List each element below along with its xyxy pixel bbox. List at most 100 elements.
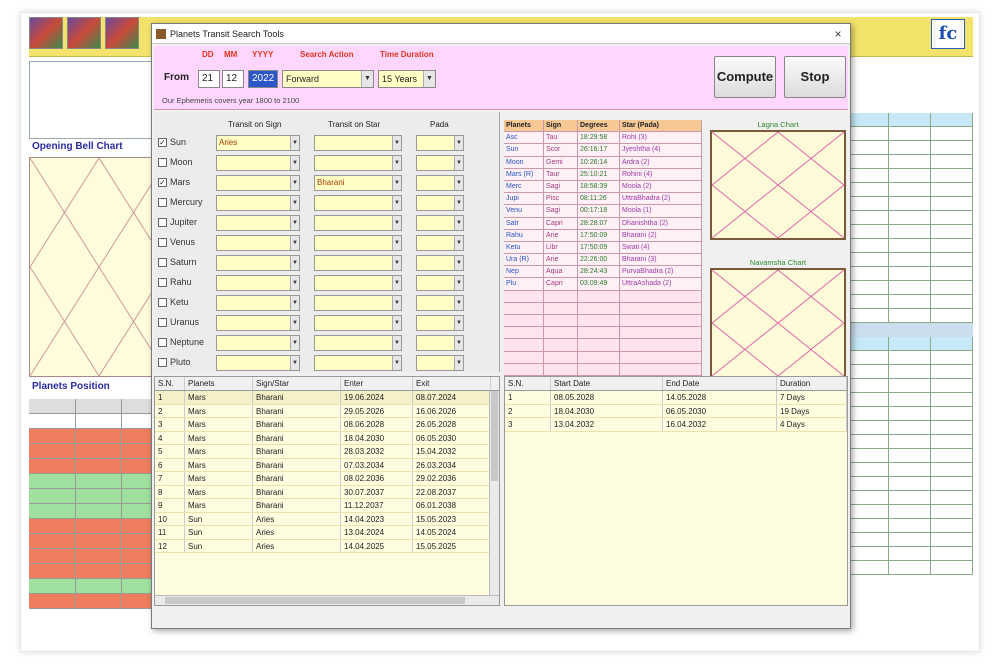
table-row[interactable]: 6 Mars Bharani 07.03.2034 26.03.2034 [155, 458, 499, 472]
chevron-down-icon[interactable]: ▼ [454, 296, 463, 310]
app-toolbar-icon[interactable] [29, 17, 63, 49]
planet-checkbox[interactable] [158, 358, 167, 367]
sign-select[interactable]: ▼ [216, 255, 300, 271]
column-header[interactable]: Sign/Star [253, 377, 341, 390]
star-select[interactable]: ▼ [314, 255, 402, 271]
chevron-down-icon[interactable]: ▼ [290, 296, 299, 310]
chevron-down-icon[interactable]: ▼ [454, 136, 463, 150]
pada-select[interactable]: ▼ [416, 235, 464, 251]
chevron-down-icon[interactable]: ▼ [290, 136, 299, 150]
sign-select[interactable]: ▼ [216, 275, 300, 291]
table-row[interactable]: 12 Sun Aries 14.04.2025 15.05.2025 [155, 539, 499, 553]
table-row[interactable]: 9 Mars Bharani 11.12.2037 06.01.2038 [155, 499, 499, 513]
table-row[interactable]: 7 Mars Bharani 08.02.2036 29.02.2036 [155, 472, 499, 486]
planet-checkbox[interactable] [158, 338, 167, 347]
close-icon[interactable]: × [826, 27, 850, 41]
planet-checkbox[interactable]: ✓ [158, 178, 167, 187]
chevron-down-icon[interactable]: ▼ [454, 156, 463, 170]
planet-checkbox[interactable] [158, 158, 167, 167]
horizontal-scrollbar[interactable] [155, 595, 499, 605]
chevron-down-icon[interactable]: ▼ [361, 71, 373, 87]
chevron-down-icon[interactable]: ▼ [392, 136, 401, 150]
star-select[interactable]: ▼ [314, 235, 402, 251]
chevron-down-icon[interactable]: ▼ [290, 196, 299, 210]
sign-select[interactable]: ▼ [216, 235, 300, 251]
planet-checkbox[interactable] [158, 318, 167, 327]
search-action-select[interactable]: Forward ▼ [282, 70, 374, 88]
star-select[interactable]: ▼ [314, 155, 402, 171]
column-header[interactable]: Start Date [551, 377, 663, 390]
planet-checkbox[interactable] [158, 278, 167, 287]
column-header[interactable]: End Date [663, 377, 777, 390]
planet-checkbox[interactable] [158, 218, 167, 227]
chevron-down-icon[interactable]: ▼ [454, 356, 463, 370]
pada-select[interactable]: ▼ [416, 215, 464, 231]
star-select[interactable]: ▼ [314, 315, 402, 331]
table-row[interactable]: 8 Mars Bharani 30.07.2037 22.08.2037 [155, 485, 499, 499]
sign-select[interactable]: ▼ [216, 195, 300, 211]
column-header[interactable]: Exit [413, 377, 491, 390]
planet-checkbox[interactable]: ✓ [158, 138, 167, 147]
table-row[interactable]: 2 Mars Bharani 29.05.2026 16.06.2026 [155, 404, 499, 418]
chevron-down-icon[interactable]: ▼ [290, 216, 299, 230]
pada-select[interactable]: ▼ [416, 335, 464, 351]
chevron-down-icon[interactable]: ▼ [454, 176, 463, 190]
table-row[interactable]: 1 08.05.2028 14.05.2028 7 Days [505, 391, 847, 405]
star-select[interactable]: ▼ [314, 355, 402, 371]
sign-select[interactable]: ▼ [216, 315, 300, 331]
star-select[interactable]: ▼ [314, 275, 402, 291]
sign-select[interactable]: ▼ [216, 335, 300, 351]
year-field[interactable]: 2022 [248, 70, 278, 88]
vertical-scrollbar[interactable] [489, 391, 499, 595]
app-toolbar-icon[interactable] [67, 17, 101, 49]
chevron-down-icon[interactable]: ▼ [454, 316, 463, 330]
planet-checkbox[interactable] [158, 198, 167, 207]
planet-checkbox[interactable] [158, 238, 167, 247]
chevron-down-icon[interactable]: ▼ [423, 71, 435, 87]
day-field[interactable]: 21 [198, 70, 220, 88]
chevron-down-icon[interactable]: ▼ [392, 316, 401, 330]
chevron-down-icon[interactable]: ▼ [392, 216, 401, 230]
chevron-down-icon[interactable]: ▼ [392, 356, 401, 370]
sign-select[interactable]: Aries ▼ [216, 135, 300, 151]
pada-select[interactable]: ▼ [416, 275, 464, 291]
column-header[interactable]: S.N. [505, 377, 551, 390]
chevron-down-icon[interactable]: ▼ [290, 176, 299, 190]
sign-select[interactable]: ▼ [216, 155, 300, 171]
pada-select[interactable]: ▼ [416, 155, 464, 171]
chevron-down-icon[interactable]: ▼ [392, 176, 401, 190]
table-row[interactable]: 5 Mars Bharani 28.03.2032 15.04.2032 [155, 445, 499, 459]
star-select[interactable]: ▼ [314, 335, 402, 351]
compute-button[interactable]: Compute [714, 56, 776, 98]
pada-select[interactable]: ▼ [416, 355, 464, 371]
chevron-down-icon[interactable]: ▼ [454, 276, 463, 290]
chevron-down-icon[interactable]: ▼ [290, 276, 299, 290]
chevron-down-icon[interactable]: ▼ [392, 336, 401, 350]
app-toolbar-icon[interactable] [105, 17, 139, 49]
chevron-down-icon[interactable]: ▼ [290, 236, 299, 250]
chevron-down-icon[interactable]: ▼ [392, 296, 401, 310]
chevron-down-icon[interactable]: ▼ [392, 256, 401, 270]
table-row[interactable]: 10 Sun Aries 14.04.2023 15.05.2023 [155, 512, 499, 526]
star-select[interactable]: ▼ [314, 295, 402, 311]
time-duration-select[interactable]: 15 Years ▼ [378, 70, 436, 88]
star-select[interactable]: ▼ [314, 135, 402, 151]
table-row[interactable]: 1 Mars Bharani 19.06.2024 08.07.2024 [155, 391, 499, 405]
chevron-down-icon[interactable]: ▼ [392, 276, 401, 290]
chevron-down-icon[interactable]: ▼ [392, 156, 401, 170]
chevron-down-icon[interactable]: ▼ [454, 236, 463, 250]
table-row[interactable]: 2 18.04.2030 06.05.2030 19 Days [505, 404, 847, 418]
planet-checkbox[interactable] [158, 258, 167, 267]
star-select[interactable]: ▼ [314, 215, 402, 231]
chevron-down-icon[interactable]: ▼ [392, 196, 401, 210]
table-row[interactable]: 4 Mars Bharani 18.04.2030 06.05.2030 [155, 431, 499, 445]
pada-select[interactable]: ▼ [416, 135, 464, 151]
column-header[interactable]: Planets [185, 377, 253, 390]
chevron-down-icon[interactable]: ▼ [454, 336, 463, 350]
star-select[interactable]: ▼ [314, 195, 402, 211]
pada-select[interactable]: ▼ [416, 195, 464, 211]
chevron-down-icon[interactable]: ▼ [290, 156, 299, 170]
pada-select[interactable]: ▼ [416, 315, 464, 331]
chevron-down-icon[interactable]: ▼ [392, 236, 401, 250]
chevron-down-icon[interactable]: ▼ [290, 316, 299, 330]
